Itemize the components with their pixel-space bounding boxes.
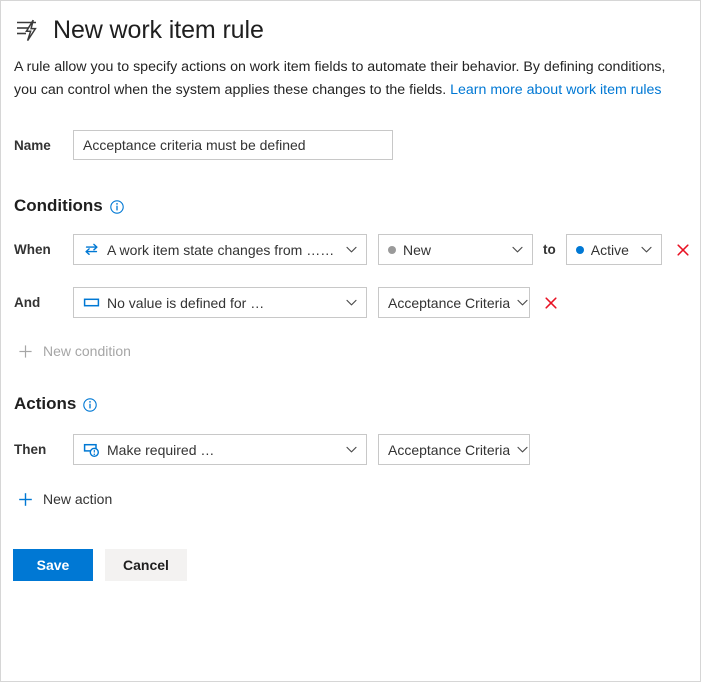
name-input[interactable] [73,130,393,160]
then-action-dropdown[interactable]: Make required … [73,434,367,465]
action-row-then: Then Make required … Acceptance Criteria [14,434,700,465]
delete-condition-button-when[interactable] [673,240,693,260]
chevron-down-icon [345,296,358,309]
when-label: When [14,242,51,257]
empty-field-icon [83,294,100,311]
when-condition-dropdown[interactable]: A work item state changes from … to … [73,234,367,265]
delete-condition-button-and[interactable] [541,293,561,313]
when-condition-text: A work item state changes from … to … [107,241,338,258]
plus-icon [18,492,33,507]
and-field-dropdown[interactable]: Acceptance Criteria [378,287,530,318]
conditions-section-heading: Conditions [14,196,700,216]
make-required-icon [83,441,100,458]
to-label: to [543,242,556,257]
condition-row-and: And No value is defined for … Acceptance… [14,287,700,318]
learn-more-link[interactable]: Learn more about work item rules [450,82,661,98]
chevron-down-icon [516,443,529,456]
chevron-down-icon [345,243,358,256]
dialog-header: New work item rule [1,1,700,47]
state-transition-icon [83,241,100,258]
then-label: Then [14,442,47,457]
info-circle-icon[interactable] [110,199,124,214]
chevron-down-icon [345,443,358,456]
actions-section-heading: Actions [14,394,700,414]
and-field-text: Acceptance Criteria [388,294,511,311]
plus-icon [18,344,33,359]
new-condition-label: New condition [43,343,131,359]
and-label: And [14,295,41,310]
dialog-footer: Save Cancel [13,549,700,581]
state-dot-new [388,245,396,254]
dialog-description: A rule allow you to specify actions on w… [14,56,674,102]
and-condition-text: No value is defined for … [107,294,265,311]
from-state-dropdown[interactable]: New [378,234,533,265]
actions-heading-label: Actions [14,394,77,413]
new-work-item-rule-dialog: New work item rule A rule allow you to s… [0,0,701,682]
page-title: New work item rule [53,16,264,44]
and-condition-dropdown[interactable]: No value is defined for … [73,287,367,318]
info-circle-icon[interactable] [83,397,98,412]
chevron-down-icon [640,243,653,256]
to-state-dropdown[interactable]: Active [565,234,662,265]
then-action-text: Make required … [107,441,215,458]
name-label: Name [14,137,51,153]
new-action-button[interactable]: New action [18,491,112,507]
chevron-down-icon [511,243,524,256]
conditions-heading-label: Conditions [14,196,103,215]
new-action-label: New action [43,491,113,507]
name-row: Name [14,130,700,160]
to-state-text: Active [590,241,629,258]
from-state-text: New [403,241,432,258]
new-condition-button[interactable]: New condition [18,343,131,359]
then-field-text: Acceptance Criteria [388,441,511,458]
save-button[interactable]: Save [13,549,93,581]
state-dot-active [575,245,584,254]
cancel-button[interactable]: Cancel [105,549,187,581]
chevron-down-icon [516,296,529,309]
condition-row-when: When A work item state changes from … to… [14,234,700,265]
rule-lightning-icon [13,15,43,45]
then-field-dropdown[interactable]: Acceptance Criteria [378,434,530,465]
